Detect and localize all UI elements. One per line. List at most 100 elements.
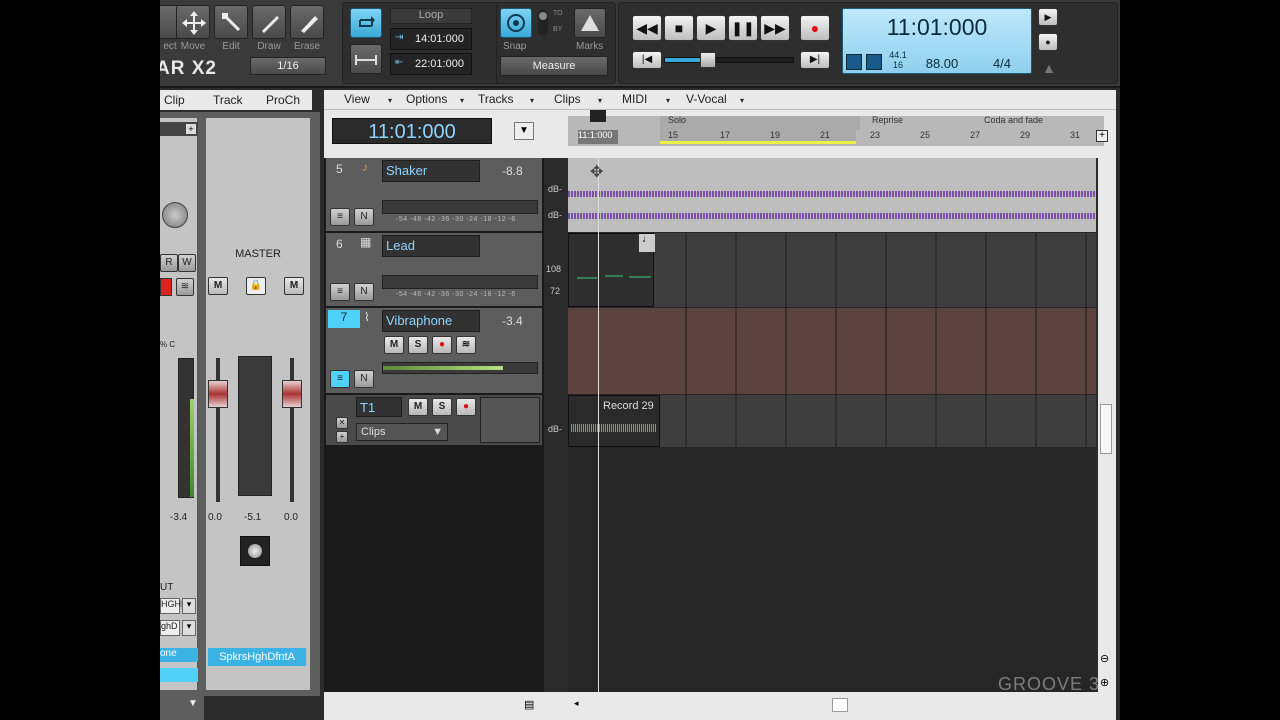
- menu-midi-chevron[interactable]: ▾: [666, 96, 670, 105]
- horizontal-scrollbar-thumb[interactable]: [832, 698, 848, 712]
- take-lane-mute-button[interactable]: M: [408, 398, 428, 416]
- menu-clips[interactable]: Clips: [554, 92, 581, 106]
- clips-pane[interactable]: ♩ Record 29 ✥: [568, 158, 1096, 692]
- console-dropdown-icon[interactable]: ▼: [188, 698, 198, 709]
- erase-tool-button[interactable]: [290, 5, 324, 39]
- take-lane-name[interactable]: T1: [356, 397, 402, 417]
- menu-view[interactable]: View: [344, 92, 370, 106]
- take-lane-add-icon[interactable]: +: [336, 431, 348, 443]
- take-lane-record-button[interactable]: ●: [456, 398, 476, 416]
- metronome-small-icon[interactable]: ▲: [1042, 60, 1056, 76]
- track-solo-button[interactable]: S: [408, 336, 428, 354]
- snap-to-by-switch[interactable]: [538, 10, 548, 36]
- vertical-scrollbar-thumb[interactable]: [1100, 404, 1112, 454]
- menu-tracks[interactable]: Tracks: [478, 92, 514, 106]
- track-echo-button[interactable]: ≋: [456, 336, 476, 354]
- track-strip-icon[interactable]: ≡: [330, 370, 350, 388]
- strip-output-2-chevron[interactable]: ▾: [182, 620, 196, 636]
- stop-button[interactable]: ■: [664, 15, 694, 41]
- play-small-button[interactable]: ▶: [1038, 8, 1058, 26]
- play-button[interactable]: ▶: [696, 15, 726, 41]
- track-strip-icon[interactable]: ≡: [330, 283, 350, 301]
- now-time-line[interactable]: [598, 158, 599, 692]
- master-fader-left[interactable]: [208, 380, 228, 408]
- strip-add-icon[interactable]: +: [186, 124, 196, 134]
- take-lane-close-icon[interactable]: ✕: [336, 417, 348, 429]
- track-automation-icon[interactable]: N: [354, 208, 374, 226]
- tab-proch[interactable]: ProCh: [266, 93, 300, 107]
- strip-write-button[interactable]: W: [178, 254, 196, 272]
- fast-forward-button[interactable]: ▶▶: [760, 15, 790, 41]
- track-strip-icon[interactable]: ≡: [330, 208, 350, 226]
- pause-button[interactable]: ❚❚: [728, 15, 758, 41]
- audio-engine-icon[interactable]: [866, 54, 882, 70]
- master-mute-button[interactable]: M: [208, 277, 228, 295]
- metronome-icon[interactable]: [846, 54, 862, 70]
- strip-output-2[interactable]: ghD: [160, 620, 180, 636]
- strip-echo-button[interactable]: ≋: [176, 278, 194, 296]
- timeline-ruler[interactable]: Solo Reprise Coda and fade 11:1:000 15 1…: [568, 110, 1116, 158]
- master-lock-button[interactable]: 🔒: [246, 277, 266, 295]
- menu-clips-chevron[interactable]: ▾: [598, 96, 602, 105]
- position-slider[interactable]: [664, 57, 794, 63]
- track-volume[interactable]: -3.4: [502, 314, 523, 328]
- scroll-left-icon[interactable]: ◂: [574, 698, 579, 709]
- strip-record-button[interactable]: [160, 278, 172, 296]
- menu-view-chevron[interactable]: ▾: [388, 96, 392, 105]
- track-name[interactable]: Shaker: [382, 160, 480, 182]
- snap-mode-select[interactable]: Measure: [500, 56, 608, 76]
- marker-coda[interactable]: Coda and fade: [984, 115, 1043, 125]
- position-slider-thumb[interactable]: [700, 52, 716, 68]
- tab-track[interactable]: Track: [213, 93, 243, 107]
- go-to-start-button[interactable]: |◀: [632, 51, 662, 69]
- snap-toggle-button[interactable]: [500, 8, 532, 38]
- marker-solo[interactable]: Solo: [668, 115, 686, 125]
- tab-clip[interactable]: Clip: [164, 93, 185, 107]
- track-mute-button[interactable]: M: [384, 336, 404, 354]
- menu-v-vocal-chevron[interactable]: ▾: [740, 96, 744, 105]
- loop-toggle-button[interactable]: [350, 8, 382, 38]
- track-record-button[interactable]: ●: [432, 336, 452, 354]
- snap-resolution-select[interactable]: 1/16: [250, 57, 326, 75]
- edit-tool-button[interactable]: [214, 5, 248, 39]
- marker-reprise[interactable]: Reprise: [872, 115, 903, 125]
- loop-settings-button[interactable]: [350, 44, 382, 74]
- track-view-icon[interactable]: ▤: [524, 698, 534, 711]
- master-fader-right[interactable]: [282, 380, 302, 408]
- record-small-button[interactable]: ●: [1038, 33, 1058, 51]
- strip-output-1-chevron[interactable]: ▾: [182, 598, 196, 614]
- now-time-display[interactable]: 11:01:000: [332, 118, 492, 144]
- master-mute-button-2[interactable]: M: [284, 277, 304, 295]
- track-name[interactable]: Vibraphone: [382, 310, 480, 332]
- strip-output-1[interactable]: HGHD: [160, 598, 188, 614]
- track-volume[interactable]: -8.8: [502, 164, 523, 178]
- strip-pan-knob[interactable]: [162, 202, 188, 228]
- record-button[interactable]: ●: [800, 15, 830, 41]
- meter-value[interactable]: 4/4: [974, 56, 1030, 71]
- track-name[interactable]: Lead: [382, 235, 480, 257]
- go-to-end-button[interactable]: ▶|: [800, 51, 830, 69]
- menu-tracks-chevron[interactable]: ▾: [530, 96, 534, 105]
- marks-button[interactable]: [574, 8, 606, 38]
- strip-read-button[interactable]: R: [160, 254, 178, 272]
- track-automation-icon[interactable]: N: [354, 283, 374, 301]
- rewind-button[interactable]: ◀◀: [632, 15, 662, 41]
- now-time-dropdown[interactable]: ▼: [514, 122, 534, 140]
- track-automation-icon[interactable]: N: [354, 370, 374, 388]
- strip-output-3[interactable]: one: [160, 648, 198, 662]
- tempo-value[interactable]: 88.00: [912, 56, 972, 71]
- loop-end-field[interactable]: ⇤ 22:01:000: [390, 53, 472, 75]
- master-output-select[interactable]: SpkrsHghDfntA: [208, 648, 306, 666]
- shaker-clip[interactable]: [568, 158, 1096, 232]
- menu-options-chevron[interactable]: ▾: [460, 96, 464, 105]
- zoom-out-vertical-icon[interactable]: ⊖: [1100, 652, 1114, 666]
- take-lane-solo-button[interactable]: S: [432, 398, 452, 416]
- now-marker-handle[interactable]: [590, 110, 606, 122]
- menu-midi[interactable]: MIDI: [622, 92, 647, 106]
- vertical-scrollbar[interactable]: ⊖ ⊕: [1098, 158, 1116, 692]
- move-tool-button[interactable]: [176, 5, 210, 39]
- zoom-in-vertical-icon[interactable]: ⊕: [1100, 676, 1114, 690]
- menu-v-vocal[interactable]: V-Vocal: [686, 92, 727, 106]
- add-marker-icon[interactable]: +: [1096, 130, 1108, 142]
- loop-start-field[interactable]: ⇥ 14:01:000: [390, 28, 472, 50]
